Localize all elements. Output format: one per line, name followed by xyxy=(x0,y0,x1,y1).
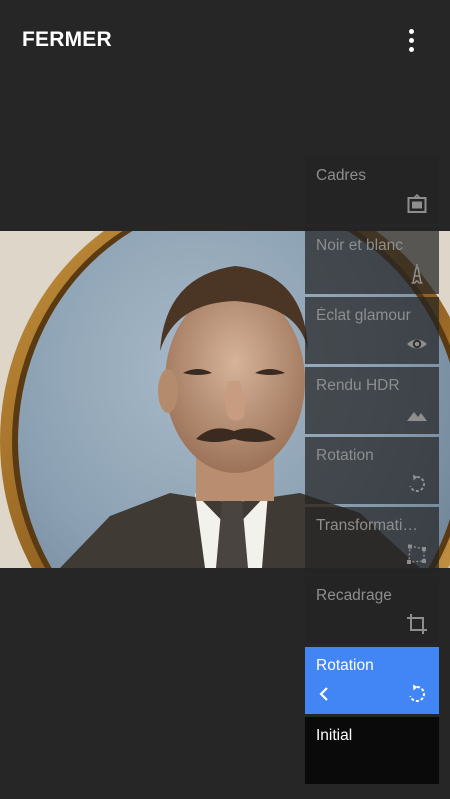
chevron-left-icon[interactable] xyxy=(317,686,331,702)
tool-black-and-white[interactable]: Noir et blanc xyxy=(305,227,439,294)
tool-label: Noir et blanc xyxy=(316,237,404,254)
tool-panel: Cadres Noir et blanc Éclat glamour Rendu… xyxy=(305,157,439,787)
crop-icon xyxy=(407,614,427,634)
tool-transform[interactable]: Transformati… xyxy=(305,507,439,574)
more-vert-icon[interactable] xyxy=(400,27,424,55)
tool-hdr[interactable]: Rendu HDR xyxy=(305,367,439,434)
rotate-icon xyxy=(409,474,425,492)
rotate-icon xyxy=(409,684,425,702)
tool-frames[interactable]: Cadres xyxy=(305,157,439,224)
frame-icon xyxy=(407,193,427,213)
eiffel-tower-icon xyxy=(411,264,423,284)
tool-label: Rotation xyxy=(316,447,374,464)
tool-rotation[interactable]: Rotation xyxy=(305,437,439,504)
tool-label: Rendu HDR xyxy=(316,377,400,394)
mountains-icon xyxy=(407,412,427,421)
top-bar: FERMER xyxy=(0,0,450,80)
tool-label: Éclat glamour xyxy=(316,307,411,324)
tool-label: Cadres xyxy=(316,167,366,184)
perspective-icon xyxy=(407,544,426,564)
tool-initial[interactable]: Initial xyxy=(305,717,439,784)
tool-label: Initial xyxy=(316,727,353,744)
tool-crop[interactable]: Recadrage xyxy=(305,577,439,644)
tool-label: Rotation xyxy=(316,657,374,674)
close-button[interactable]: FERMER xyxy=(22,28,112,52)
eye-icon xyxy=(407,339,427,349)
tool-rotation-active[interactable]: Rotation xyxy=(305,647,439,714)
tool-label: Transformati… xyxy=(316,517,418,534)
tool-label: Recadrage xyxy=(316,587,392,604)
tool-glamour-glow[interactable]: Éclat glamour xyxy=(305,297,439,364)
